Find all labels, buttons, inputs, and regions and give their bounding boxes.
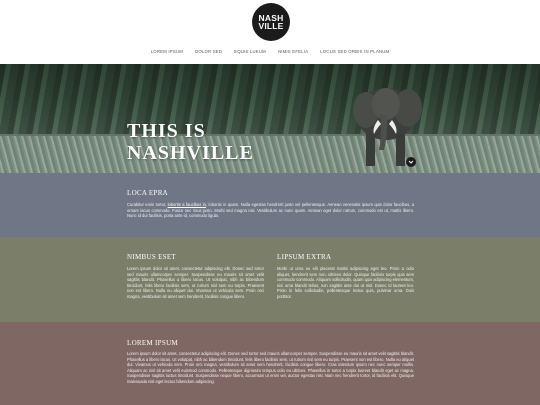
hero-title-line-2: NASHVILLE <box>127 142 254 164</box>
right-column-heading: LIPSUM EXTRA <box>277 253 332 261</box>
section-lorem-ipsum: LOREM IPSUM Lorem ipsum dolor sit amet, … <box>0 322 540 405</box>
right-column-paragraph: Morbi ut urna eu elit placerat mattis ad… <box>277 266 414 299</box>
nav-item-locus-sed-orbis[interactable]: LOCUS SED ORBIS IN PLANUM <box>314 49 395 54</box>
nav-item-dolor-sed[interactable]: DOLOR SED <box>189 49 228 54</box>
nav-item-lorem-ipsum[interactable]: LOREM IPSUM <box>145 49 189 54</box>
site-logo[interactable]: NASH VILLE <box>252 3 290 41</box>
scroll-down-button[interactable] <box>406 157 416 167</box>
left-column-heading: NIMBUS ESET <box>127 253 176 261</box>
section-loca-epra: LOCA EPRA Curabitur enim tortor, loborti… <box>0 173 540 237</box>
section-heading: LOREM IPSUM <box>127 339 178 347</box>
hero-background-trees <box>0 64 540 134</box>
section-heading: LOCA EPRA <box>127 189 169 197</box>
paragraph-text-start: Curabitur enim tortor, <box>127 202 168 207</box>
left-column-paragraph: Lorem ipsum dolor sit amet, consectetur … <box>127 266 264 299</box>
section-paragraph: Lorem ipsum dolor sit amet, consectetur … <box>127 351 414 384</box>
chevron-down-icon <box>408 160 414 164</box>
section-paragraph: Curabitur enim tortor, lobortis a faucib… <box>127 202 414 219</box>
logo-line-2: VILLE <box>258 21 284 31</box>
hero-title-line-1: THIS IS <box>127 120 206 142</box>
main-nav: LOREM IPSUM DOLOR SED EQUIS LUKUM NIMIS … <box>0 49 540 54</box>
hero-title: THIS IS NASHVILLE <box>127 120 254 164</box>
inline-link[interactable]: lobortis a faucibus in <box>168 202 206 207</box>
site-header: NASH VILLE LOREM IPSUM DOLOR SED EQUIS L… <box>0 0 540 64</box>
nav-item-equis-lukum[interactable]: EQUIS LUKUM <box>228 49 272 54</box>
hero-background-grass <box>0 136 540 173</box>
nav-item-nimis-efelia[interactable]: NIMIS EFELIA <box>272 49 314 54</box>
section-two-columns: NIMBUS ESET Lorem ipsum dolor sit amet, … <box>0 237 540 322</box>
elephant-image <box>353 88 422 166</box>
hero-banner <box>0 64 540 173</box>
